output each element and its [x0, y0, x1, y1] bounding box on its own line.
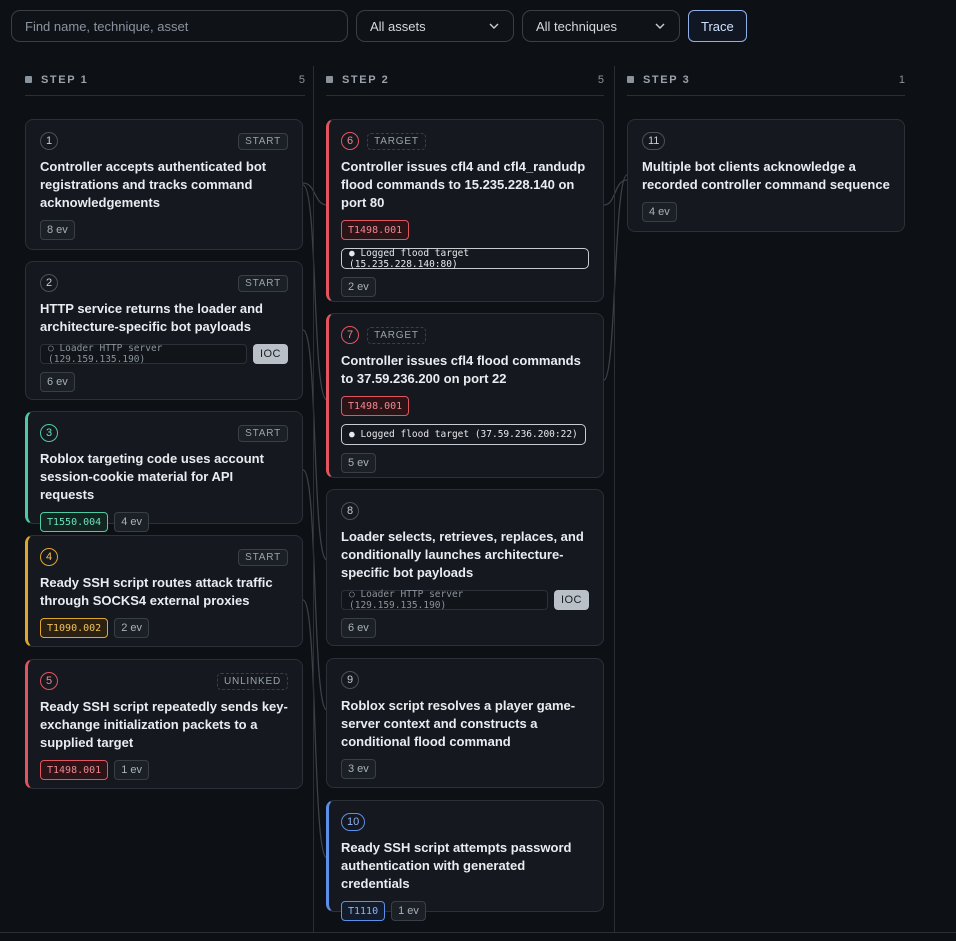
asset-chip[interactable]: ○ Loader HTTP server (129.159.135.190)	[40, 343, 247, 365]
event-count: 4 ev	[642, 202, 677, 222]
event-count: 1 ev	[391, 901, 426, 921]
card-tag: START	[238, 424, 288, 442]
search-input[interactable]: Find name, technique, asset	[11, 10, 348, 42]
step-marker-icon	[326, 76, 333, 83]
card-title: HTTP service returns the loader and arch…	[40, 301, 263, 334]
technique-badge[interactable]: T1498.001	[341, 396, 410, 416]
column-count: 5	[597, 73, 604, 86]
ioc-badge: IOC	[252, 344, 288, 364]
technique-badge[interactable]: T1498.001	[40, 760, 109, 780]
column-divider	[313, 66, 314, 932]
technique-badge[interactable]: T1110	[341, 901, 386, 921]
column-header: STEP 1 5	[25, 64, 305, 96]
step-column-2: STEP 2 5	[326, 64, 604, 96]
event-count: 2 ev	[114, 618, 149, 638]
card-title: Ready SSH script repeatedly sends key-ex…	[40, 699, 288, 750]
chevron-down-icon	[655, 23, 665, 29]
step-number: 2	[40, 274, 59, 292]
card-title: Roblox script resolves a player game-ser…	[341, 698, 576, 749]
technique-badge[interactable]: T1550.004	[40, 512, 109, 532]
column-title: STEP 1	[41, 73, 89, 86]
step-card[interactable]: 9 Roblox script resolves a player game-s…	[326, 658, 604, 788]
step-number: 5	[40, 672, 59, 690]
techniques-filter-label: All techniques	[536, 18, 617, 34]
event-count: 4 ev	[114, 512, 149, 532]
step-card[interactable]: 6 TARGET Controller issues cfl4 and cfl4_…	[326, 119, 604, 302]
ioc-badge: IOC	[553, 590, 589, 610]
chevron-down-icon	[489, 23, 499, 29]
card-title: Roblox targeting code uses account sessi…	[40, 451, 264, 502]
technique-badge[interactable]: T1498.001	[341, 220, 410, 240]
card-title: Loader selects, retrieves, replaces, and…	[341, 529, 584, 580]
card-title: Controller accepts authenticated bot reg…	[40, 159, 267, 210]
card-title: Ready SSH script routes attack traffic t…	[40, 575, 273, 608]
card-title: Controller issues cfl4 flood commands to…	[341, 353, 581, 386]
step-number: 6	[341, 132, 360, 150]
step-card[interactable]: 3 START Roblox targeting code uses accoun…	[25, 411, 303, 532]
column-count: 5	[298, 73, 305, 86]
card-title: Controller issues cfl4 and cfl4_randudp …	[341, 159, 586, 210]
step-card[interactable]: 4 START Ready SSH script routes attack tr…	[25, 535, 303, 647]
asset-chip[interactable]: ○ Loader HTTP server (129.159.135.190)	[341, 589, 548, 611]
column-title: STEP 3	[643, 73, 691, 86]
event-count: 3 ev	[341, 759, 376, 779]
step-number: 11	[642, 132, 666, 150]
column-header: STEP 3 1	[627, 64, 905, 96]
event-count: 1 ev	[114, 760, 149, 780]
column-header: STEP 2 5	[326, 64, 604, 96]
assets-filter-label: All assets	[370, 18, 426, 34]
card-tag: START	[238, 132, 288, 150]
step-number: 1	[40, 132, 59, 150]
column-divider	[614, 66, 615, 932]
card-tag: TARGET	[367, 132, 426, 150]
step-card[interactable]: 8 Loader selects, retrieves, replaces, a…	[326, 489, 604, 646]
step-number: 10	[341, 813, 366, 831]
card-tag: UNLINKED	[217, 672, 288, 690]
logged-target-chip[interactable]: ● Logged flood target (37.59.236.200:22)	[341, 424, 586, 445]
technique-badge[interactable]: T1090.002	[40, 618, 109, 638]
step-card[interactable]: 7 TARGET Controller issues cfl4 flood com…	[326, 313, 604, 478]
step-card[interactable]: 10 Ready SSH script attempts password au…	[326, 800, 604, 921]
card-title: Multiple bot clients acknowledge a recor…	[642, 159, 890, 192]
event-count: 8 ev	[40, 220, 75, 240]
step-number: 9	[341, 671, 360, 689]
event-count: 6 ev	[40, 372, 75, 392]
event-count: 2 ev	[341, 277, 376, 297]
step-card[interactable]: 11 Multiple bot clients acknowledge a re…	[627, 119, 905, 232]
event-count: 5 ev	[341, 453, 376, 473]
step-marker-icon	[25, 76, 32, 83]
step-card[interactable]: 2 START HTTP service returns the loader a…	[25, 261, 303, 400]
step-marker-icon	[627, 76, 634, 83]
toolbar: Find name, technique, asset All assets A…	[11, 10, 747, 42]
step-number: 3	[40, 424, 59, 442]
column-title: STEP 2	[342, 73, 390, 86]
trace-button[interactable]: Trace	[688, 10, 747, 42]
step-column-3: STEP 3 1	[627, 64, 905, 96]
logged-target-chip[interactable]: ● Logged flood target (15.235.228.140:80…	[341, 248, 589, 270]
step-number: 7	[341, 326, 360, 344]
card-tag: START	[238, 274, 288, 292]
step-number: 8	[341, 502, 360, 520]
card-tag: START	[238, 548, 288, 566]
card-tag: TARGET	[367, 326, 426, 344]
column-count: 1	[898, 73, 905, 86]
assets-filter-dropdown[interactable]: All assets	[356, 10, 514, 42]
card-title: Ready SSH script attempts password authe…	[341, 840, 572, 891]
event-count: 6 ev	[341, 618, 376, 638]
step-card[interactable]: 5 UNLINKED Ready SSH script repeatedly se…	[25, 659, 303, 789]
step-number: 4	[40, 548, 59, 566]
techniques-filter-dropdown[interactable]: All techniques	[522, 10, 680, 42]
step-card[interactable]: 1 START Controller accepts authenticated …	[25, 119, 303, 250]
step-column-1: STEP 1 5	[25, 64, 305, 96]
bottom-divider	[0, 932, 956, 933]
